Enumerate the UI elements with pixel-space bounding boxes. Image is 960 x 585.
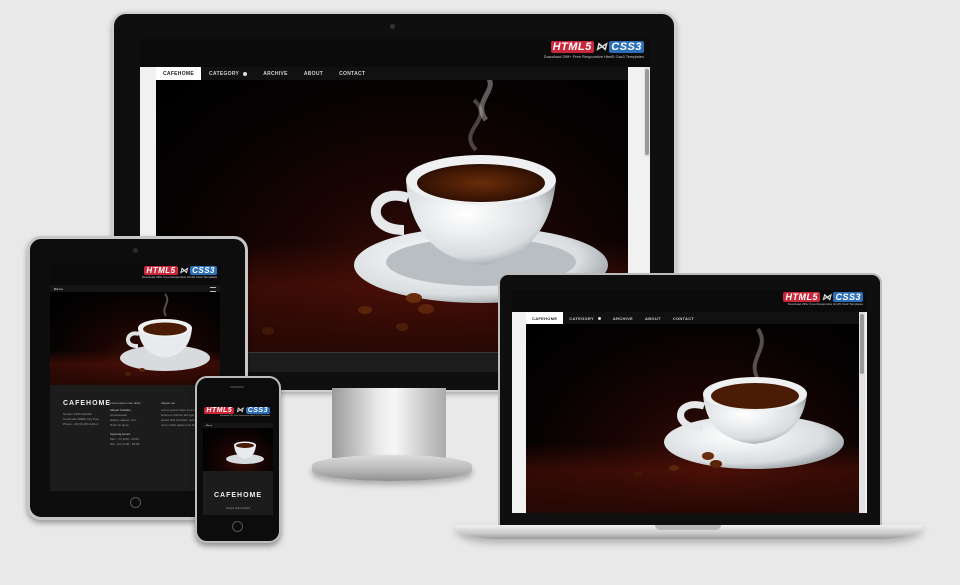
logo-bowtie-icon: ⋈ [179,266,189,275]
nav-item-contact[interactable]: CONTACT [667,312,700,324]
nav-item-category[interactable]: CATEGORY [563,312,607,324]
nav-label: ARCHIVE [612,315,634,321]
logo-css3-text: CSS3 [245,407,270,414]
nav-item-category[interactable]: CATEGORY [201,67,255,80]
col2-heading: Lorem ipsum nec dolor [110,401,141,405]
phone-footer: CAFEHOME Tempor 1234 Vestibul [203,471,273,515]
dropdown-dot-icon [597,316,601,320]
laptop-site-header: HTML5 ⋈ CSS3 Download 299+ Free Responsive… [512,290,867,313]
tablet-footer-col2: Lorem ipsum nec dolor Aliquet Sodales co… [110,401,141,447]
logo-css3-text: CSS3 [190,266,217,275]
logo-html5-text: HTML5 [550,41,594,53]
laptop-trackpad-notch [655,525,721,530]
site-header: HTML5 ⋈ CSS3 Download 299+ Free Responsive… [140,39,650,68]
nav-item-archive[interactable]: ARCHIVE [607,312,639,324]
nav-label: CAFEHOME [163,70,195,77]
tablet-site-header: HTML5 ⋈ CSS3 Download 299+ Free Responsive… [50,265,220,286]
phone-site-logo[interactable]: HTML5 ⋈ CSS3 Download 299+ Free Responsive… [204,407,270,417]
nav-label: CATEGORY [209,70,240,77]
tablet-camera [133,248,138,253]
logo-tagline: Download 299+ Free Responsive Html5 Css3… [219,415,270,417]
col2-line: Dolor sit amet [110,423,129,427]
tablet-site-logo[interactable]: HTML5 ⋈ CSS3 Download 299+ Free Responsive… [141,266,217,279]
tablet-home-button[interactable] [130,497,141,508]
page-right-gutter [865,312,867,513]
nav-label: CATEGORY [569,315,594,321]
desktop-stand-neck [332,388,446,458]
logo-tagline: Download 299+ Free Responsive Html5 Css3… [141,275,217,279]
laptop-site-logo[interactable]: HTML5 ⋈ CSS3 Download 299+ Free Responsive… [783,292,863,306]
site-logo[interactable]: HTML5 ⋈ CSS3 Download 299+ Free Responsive… [543,41,644,59]
coffee-cup-illustration [226,441,264,464]
nav-item-about[interactable]: ABOUT [296,67,331,80]
phone-screen: HTML5 ⋈ CSS3 Download 299+ Free Responsive… [203,405,273,515]
desktop-scrollbar[interactable] [644,67,650,157]
nav-label: ABOUT [645,315,661,321]
phone-hero-image [203,428,273,471]
dropdown-dot-icon [243,71,248,76]
logo-css3-text: CSS3 [609,41,644,53]
menu-label: Menu [206,424,213,427]
nav-label: ABOUT [303,70,324,77]
desktop-stand-base [312,455,472,481]
tablet-footer-address: Tempor 1234 Vestibul Commodo 90800 City … [63,412,99,427]
logo-html5-text: HTML5 [204,407,235,414]
logo-css3-text: CSS3 [833,292,863,302]
laptop-lid: HTML5 ⋈ CSS3 Download 299+ Free Responsive… [498,273,882,527]
menu-label: Menu [54,286,64,291]
nav-label: CONTACT [339,70,366,77]
address-line: Phone: +63 (0) 000-1111-0 [63,422,99,426]
logo-html5-text: HTML5 [144,266,178,275]
nav-item-contact[interactable]: CONTACT [331,67,373,80]
logo-bowtie-icon: ⋈ [236,407,244,414]
nav-item-cafehome[interactable]: CAFEHOME [526,312,564,324]
coffee-cup-illustration [634,327,844,477]
laptop-hero-image [526,324,859,513]
tablet-menu-label[interactable]: Menu [50,285,67,292]
logo-tagline: Download 299+ Free Responsive Html5 Css3… [787,302,863,306]
phone-footer-line: Tempor 1234 Vestibul [225,507,251,510]
nav-item-archive[interactable]: ARCHIVE [255,67,296,80]
nav-item-about[interactable]: ABOUT [639,312,667,324]
logo-html5-text: HTML5 [783,292,820,302]
phone-footer-brand: CAFEHOME [213,492,263,499]
laptop-screen: HTML5 ⋈ CSS3 Download 299+ Free Responsive… [512,290,867,513]
phone-speaker [230,386,244,388]
nav-label: ARCHIVE [263,70,288,77]
tablet-footer-brand: CAFEHOME [63,400,112,407]
main-nav: CAFEHOME CATEGORY ARCHIVE ABOUT CONTACT [156,67,628,81]
nav-item-cafehome[interactable]: CAFEHOME [156,67,202,80]
hours-line: Sat - Sun 9:00 - 18:00 [110,442,140,446]
logo-bowtie-icon: ⋈ [595,41,608,53]
tablet-hero-image [50,292,220,385]
laptop-scrollbar[interactable] [859,312,865,513]
page-left-gutter [512,312,526,513]
scroll-thumb[interactable] [860,314,864,374]
phone-home-button[interactable] [232,521,243,532]
coffee-cup-illustration [120,293,210,376]
phone-site-header: HTML5 ⋈ CSS3 Download 299+ Free Responsive… [203,405,273,424]
scroll-thumb[interactable] [645,69,649,155]
logo-bowtie-icon: ⋈ [821,292,832,302]
nav-label: CONTACT [672,315,695,321]
nav-label: CAFEHOME [532,315,558,321]
phone-device: HTML5 ⋈ CSS3 Download 299+ Free Responsive… [195,376,281,543]
desktop-camera [390,24,395,29]
logo-tagline: Download 299+ Free Responsive Html5 Css3… [543,54,644,59]
